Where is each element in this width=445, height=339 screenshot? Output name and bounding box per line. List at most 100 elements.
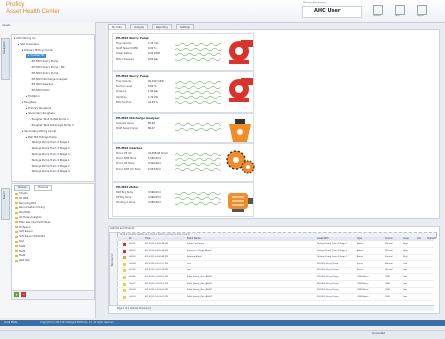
event-cell: 00002 <box>129 249 136 252</box>
events-column-header[interactable]: Type <box>357 237 362 241</box>
pump-icon <box>229 40 253 64</box>
tree-node[interactable]: ▸ AHC Mining Inc <box>14 37 36 41</box>
event-cell: High <box>403 243 408 245</box>
metric-value: 1.70 kW <box>148 95 158 99</box>
tree-node[interactable]: · Rougher Tank Outlet Pump 1 <box>30 118 69 122</box>
event-row[interactable]: 00008 8/13/2013 4:53:00 PM RulA_Hourly_Run… <box>117 288 434 295</box>
favorite-item[interactable]: Test2 <box>15 245 25 249</box>
metric-value: 32,058.00 mm/s <box>148 152 168 155</box>
event-row[interactable]: 00007 8/13/2013 4:52:01 PM RulA_Hourly_Run… <box>117 282 434 288</box>
events-column-header[interactable]: Asset Path <box>317 237 328 241</box>
add-button[interactable]: + <box>14 292 19 297</box>
favorite-item[interactable]: Reconciliation Pricing <box>15 206 45 210</box>
favorite-item[interactable]: Chords <box>15 192 27 196</box>
tree-node[interactable]: · PH-M03 Slurry Pump <box>30 72 58 76</box>
event-cell: Manual <box>385 256 393 259</box>
favorite-item[interactable]: Soft Sensor <box>15 230 33 234</box>
metric-label: Motor Pressure <box>116 57 134 61</box>
event-row[interactable]: 00002 8/13/2013 4:50:48 PM Pressure Change… <box>117 249 434 255</box>
tree-node[interactable]: · PH-M03 Discharge Analyser <box>30 78 68 82</box>
severity-icon <box>123 249 126 253</box>
sparkline <box>175 101 221 105</box>
favorite-item[interactable]: Filter Gas Chart with Pipes <box>15 221 51 225</box>
events-column-header[interactable]: Ack <box>417 237 421 241</box>
events-column-header[interactable]: ID <box>129 237 131 241</box>
asset-card[interactable]: PH-M03 Gearbox Pinion DE Vib 32,058.00 mm/… <box>112 143 255 182</box>
tree-node[interactable]: ▸ Secondary Milling Circuit <box>22 130 56 134</box>
vtab-search[interactable]: Search <box>1 188 10 220</box>
events-pager[interactable]: Page 1 of 1 Refresh Workbench <box>117 305 434 311</box>
help-icon[interactable] <box>395 5 405 15</box>
metric-label: DE Brg Temp <box>116 196 132 200</box>
event-row[interactable]: 00009 8/13/2013 4:53:00 PM RulA_Hourly_Run… <box>117 295 434 301</box>
folder-icon <box>15 240 18 243</box>
metric-value: 1,556.00 C <box>148 157 162 161</box>
event-row[interactable]: 00001 8/13/2013 4:50:48 PM Pump Cavitation… <box>117 242 434 248</box>
tree-node[interactable]: · Tailings Pump Train 4 Stage 2 <box>30 165 70 169</box>
metric-label: ESD Function <box>116 100 132 104</box>
metric-label: NDE Brg Temp <box>116 191 134 194</box>
events-column-header[interactable]: Shelved <box>427 237 436 241</box>
tree-node[interactable]: ▸ Roughers <box>22 101 36 105</box>
events-column-header[interactable]: Level <box>403 237 409 241</box>
tree-node[interactable]: · Tailings Pump Train 3 Stage 1 <box>30 141 70 145</box>
asset-card[interactable]: PH-M03 Slurry Pump Flow Velocity 26.160 m3… <box>112 71 254 113</box>
event-cell: 8/13/2013 4:53:00 PM <box>145 289 169 292</box>
event-cell: CBM <box>385 295 390 298</box>
tree-node[interactable]: ▸ Primary Roughers <box>26 107 51 111</box>
tree-node[interactable]: ▸ Crusher Pit <box>26 54 47 59</box>
event-row[interactable]: 00004 8/13/2013 4:51:17 PM test PH-M03 Slur… <box>117 262 434 268</box>
tree-node[interactable]: · Tailings Pump Train 4 Stage 3 <box>30 170 70 174</box>
tree-node[interactable]: ▸ Primary Milling Circuit <box>22 49 53 53</box>
metric-value: 86.00 <box>148 122 155 125</box>
favorite-item[interactable]: Recycling Part <box>15 202 36 206</box>
tree-node[interactable]: · PH-M03 Gearbox <box>30 83 53 87</box>
favorite-item[interactable]: Test3 <box>15 250 25 254</box>
tree-node[interactable]: · PH-M03 Slurry Pump <box>30 60 58 64</box>
favorite-item[interactable]: Well Test <box>15 259 30 263</box>
tree-node[interactable]: · Tailings Pump Train 3 Stage 3 <box>30 153 70 157</box>
tab-personal[interactable]: Personal <box>34 185 53 191</box>
event-cell: 00006 <box>129 276 136 278</box>
event-cell: Low <box>403 269 408 272</box>
event-row[interactable]: 00006 8/13/2013 4:52:01 PM RulA_Hourly_Run… <box>117 275 434 281</box>
event-row[interactable]: 00003 8/13/2013 4:50:48 PM Bearing Alarm Ta… <box>117 255 434 262</box>
remove-button[interactable]: − <box>21 292 26 297</box>
favorite-item[interactable]: Test4 <box>15 254 25 258</box>
metric-value: 3,566.00 C <box>148 191 162 194</box>
logout-icon[interactable] <box>417 5 427 15</box>
event-cell: 8/13/2013 4:50:48 PM <box>145 256 169 259</box>
tab-shared[interactable]: Shared <box>14 185 31 191</box>
tree-node[interactable]: · PH-M03 Slurry Pump - N0 <box>30 66 64 70</box>
asset-card[interactable]: PH-M03 Discharge Analyser Analyser Value 8… <box>112 113 254 143</box>
favorite-item[interactable]: Soft Sensor Predicted <box>15 235 45 239</box>
tree-node[interactable]: · Tailings Pump Train 3 Stage 2 <box>30 147 70 151</box>
favorite-item[interactable]: Test <box>15 240 24 244</box>
tree-node[interactable]: · Tailings Pump Train 4 Stage 1 <box>30 159 70 163</box>
severity-icon <box>123 243 126 246</box>
event-cell: 00003 <box>129 256 136 259</box>
tree-node[interactable]: ▸ Flotation <box>26 95 40 99</box>
tree-node[interactable]: · PH-M03 Motor <box>30 89 50 93</box>
user-icon[interactable] <box>373 5 383 15</box>
event-row[interactable]: 00005 8/13/2013 4:51:38 PM test PH-M03 Slur… <box>117 268 434 275</box>
event-cell: 8/13/2013 4:51:17 PM <box>145 262 169 265</box>
vtab-navigation[interactable]: Navigation <box>1 38 10 80</box>
favorite-item[interactable]: Shortfalls <box>15 211 30 215</box>
favorite-item[interactable]: Oil Well <box>15 197 28 201</box>
events-column-header[interactable]: Event Name <box>187 237 200 241</box>
tree-node[interactable]: · Rougher Tank Discharge Pump 2 <box>30 124 74 128</box>
events-column-header[interactable]: Time <box>145 237 150 241</box>
folder-icon <box>15 221 18 224</box>
favorite-item[interactable]: ProSpend <box>15 226 30 230</box>
events-column-header[interactable]: Source <box>385 237 393 241</box>
favorite-item[interactable]: Oil Pump Analytics <box>15 216 41 220</box>
tree-node[interactable]: ▸ Ball Mill Tailings Pump <box>26 136 57 140</box>
tree-node[interactable]: ▸ Secondary Roughers <box>26 112 55 116</box>
tree-node[interactable]: ▸ Site Grasmere <box>18 43 39 47</box>
asset-card[interactable]: PH-M03 Motor NDE Brg Temp 3,566.00 C DE Brg… <box>112 182 254 217</box>
left-bottom-bar: + − <box>11 290 95 300</box>
asset-card[interactable]: PH-M03 Slurry Pump Flow Velocity 1.10 m/s S… <box>112 33 254 71</box>
event-cell: 00007 <box>129 282 136 285</box>
folder-icon <box>15 230 18 233</box>
